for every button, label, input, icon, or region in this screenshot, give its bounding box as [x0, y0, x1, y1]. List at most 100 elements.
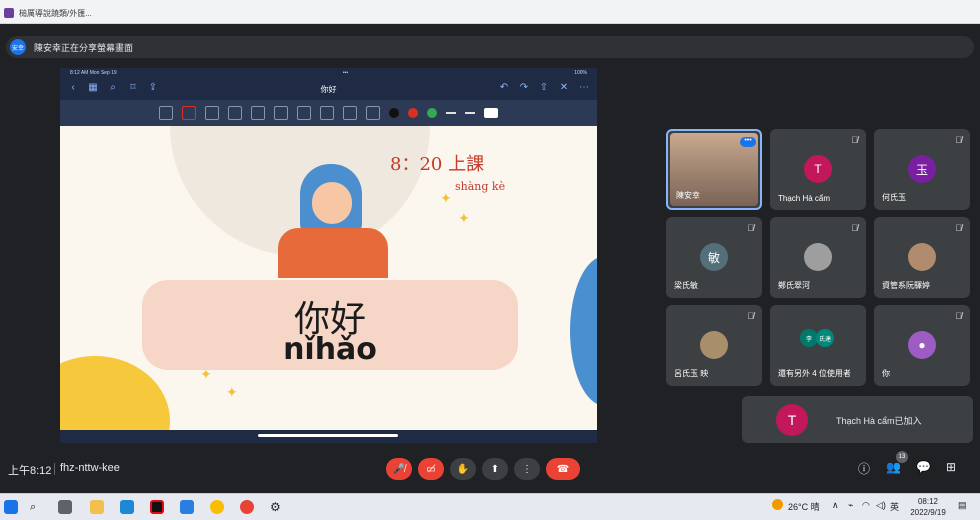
share-banner-text: 陳安幸正在分享螢幕畫面 — [34, 42, 134, 53]
search-icon[interactable]: ⌕ — [108, 82, 118, 94]
handwritten-time-note: 8：20 上課 — [390, 154, 485, 175]
camera-toggle-button[interactable]: ▭̸ — [418, 458, 444, 480]
ie-icon[interactable] — [180, 500, 194, 514]
pen-tool-icon[interactable] — [182, 106, 196, 120]
undo-icon[interactable]: ↶ — [499, 82, 509, 94]
browser-tab[interactable]: 槌厲導說蹺類/外匯... — [0, 2, 980, 24]
grid-icon[interactable]: ▦ — [88, 82, 98, 94]
share-icon[interactable]: ⇪ — [148, 82, 158, 94]
handwritten-pinyin-note: shàng kè — [455, 180, 506, 193]
chrome-profile-icon[interactable] — [240, 500, 254, 514]
activities-icon[interactable]: ⊞ — [946, 460, 956, 474]
chat-icon[interactable]: 💬 — [916, 460, 931, 474]
participant-tile[interactable]: 🎙̸ T Thạch Hà cẩm — [770, 129, 866, 210]
text-tool-icon[interactable] — [343, 106, 357, 120]
stroke-medium-option[interactable] — [465, 112, 475, 114]
meet-window: 槌厲導說蹺類/外匯... 安幸 陳安幸正在分享螢幕畫面 8:12 AM Mon … — [0, 0, 980, 520]
export-icon[interactable]: ⇧ — [539, 82, 549, 94]
meeting-info-icon[interactable]: ⓘ — [858, 460, 870, 477]
ruler-tool-icon[interactable] — [366, 106, 380, 120]
screen-share-banner: 安幸 陳安幸正在分享螢幕畫面 — [6, 36, 974, 58]
person-icon: ● — [908, 331, 936, 359]
color-black-swatch[interactable] — [389, 108, 399, 118]
avatar: T — [804, 155, 832, 183]
stroke-thick-option[interactable] — [484, 108, 498, 118]
meeting-clock: 上午8:12 — [8, 465, 52, 477]
file-explorer-icon[interactable] — [90, 500, 104, 514]
avatar: T — [776, 404, 808, 436]
notification-center-icon[interactable]: ▤ — [958, 500, 967, 511]
color-green-swatch[interactable] — [427, 108, 437, 118]
participant-name: 你 — [882, 369, 890, 378]
highlighter-tool-icon[interactable] — [228, 106, 242, 120]
weather-text[interactable]: 26°C 晴 — [788, 500, 820, 513]
volume-icon[interactable]: ◁) — [876, 500, 886, 511]
ipad-status-dots: ••• — [342, 70, 349, 76]
more-participants-tile[interactable]: 李 氏達 還有另外 4 位使用者 — [770, 305, 866, 386]
mic-off-icon: 🎙̸ — [747, 223, 754, 233]
network-icon[interactable]: ⌁ — [848, 500, 853, 511]
back-icon[interactable]: ‹ — [68, 82, 78, 94]
eraser-tool-icon[interactable] — [205, 106, 219, 120]
participant-tile[interactable]: 🎙̸ 玉 何氏玉 — [874, 129, 970, 210]
ipad-home-indicator — [258, 434, 398, 437]
participant-name: 梁氏敏 — [674, 281, 698, 290]
people-count-badge: 13 — [896, 451, 908, 463]
divider — [54, 463, 55, 475]
participant-name: 陳安幸 — [676, 191, 700, 200]
participant-name: 呂氏玉 映 — [674, 369, 709, 378]
stroke-thin-option[interactable] — [446, 112, 456, 114]
present-button[interactable]: ⬆ — [482, 458, 508, 480]
browser-tab-strip: 槌厲導說蹺類/外匯... — [0, 0, 980, 24]
wifi-icon[interactable]: ◠ — [862, 500, 870, 511]
search-icon[interactable]: ⌕ — [30, 500, 44, 514]
participant-tile[interactable]: 🎙̸ 敏 梁氏敏 — [666, 217, 762, 298]
decor-yellow-blob — [60, 356, 170, 430]
ipad-nav-bar: ‹ ▦ ⌕ ⌑ ⇪ 你好 ↶ ↷ ⇧ ✕ ⋯ — [60, 78, 597, 100]
girl-face — [312, 182, 352, 224]
laser-tool-icon[interactable] — [297, 106, 311, 120]
windows-start-icon[interactable] — [4, 500, 18, 514]
document-title: 你好 — [320, 84, 337, 94]
participant-tile[interactable]: 🎙̸ 鄭氏翠河 — [770, 217, 866, 298]
redo-icon[interactable]: ↷ — [519, 82, 529, 94]
avatar: 敏 — [700, 243, 728, 271]
tray-chevron-icon[interactable]: ∧ — [832, 500, 839, 511]
meeting-code: fhz-nttw-kee — [60, 462, 120, 474]
avatar-photo — [804, 243, 832, 271]
shape-tool-icon[interactable] — [251, 106, 265, 120]
color-red-swatch[interactable] — [408, 108, 418, 118]
close-icon[interactable]: ✕ — [559, 82, 569, 94]
mic-off-icon: 🎙̸ — [851, 135, 858, 145]
settings-icon[interactable]: ⚙ — [270, 500, 284, 514]
mic-toggle-button[interactable]: 🎤̸ — [386, 458, 412, 480]
mini-avatar: 氏達 — [816, 329, 834, 347]
taskbar-clock[interactable]: 08:12 2022/9/19 — [903, 496, 953, 518]
raise-hand-button[interactable]: ✋ — [450, 458, 476, 480]
lasso-tool-icon[interactable] — [274, 106, 288, 120]
self-tile[interactable]: 🎙̸ ● 你 — [874, 305, 970, 386]
more-options-button[interactable]: ⋮ — [514, 458, 540, 480]
chrome-icon[interactable] — [210, 500, 224, 514]
tab-title: 槌厲導說蹺類/外匯... — [19, 8, 92, 18]
avatar: 玉 — [908, 155, 936, 183]
image-tool-icon[interactable] — [159, 106, 173, 120]
ipad-status-time: 8:12 AM Mon Sep 19 — [70, 70, 117, 76]
lesson-slide: 8：20 上課 shàng kè ✦ ✦ ✦ ✦ 你好 nǐhǎo — [60, 126, 597, 430]
avatar-photo — [700, 331, 728, 359]
more-options-icon[interactable]: ••• — [740, 137, 756, 147]
participant-tile[interactable]: 🎙̸ 資管系阮驛婷 — [874, 217, 970, 298]
edge-icon[interactable] — [120, 500, 134, 514]
ime-language[interactable]: 英 — [890, 500, 899, 513]
mic-off-icon: 🎙̸ — [851, 223, 858, 233]
participant-tile[interactable]: 🎙̸ 呂氏玉 映 — [666, 305, 762, 386]
participant-name: Thạch Hà cẩm — [778, 194, 831, 203]
more-icon[interactable]: ⋯ — [579, 82, 589, 94]
bookmark-icon[interactable]: ⌑ — [128, 82, 138, 94]
netflix-icon[interactable] — [150, 500, 164, 514]
meet-favicon-icon — [4, 8, 14, 18]
photo-tool-icon[interactable] — [320, 106, 334, 120]
task-view-icon[interactable] — [58, 500, 72, 514]
participant-tile[interactable]: ••• 陳安幸 — [666, 129, 762, 210]
leave-call-button[interactable]: ☎ — [546, 458, 580, 480]
